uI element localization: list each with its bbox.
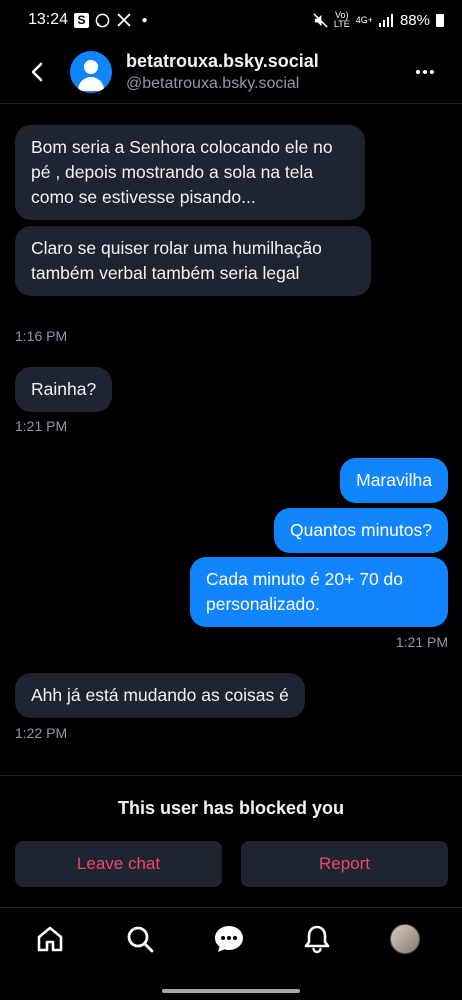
more-options-button[interactable] (410, 57, 440, 87)
chat-icon (215, 926, 243, 952)
mute-icon (313, 12, 328, 28)
user-handle: @betatrouxa.bsky.social (126, 74, 300, 92)
default-avatar-icon (84, 59, 98, 74)
battery-percent: 88% (399, 11, 430, 29)
leave-chat-button[interactable]: Leave chat (15, 841, 222, 887)
bell-icon (304, 925, 330, 954)
samsung-icon: S (74, 12, 90, 28)
message-timestamp: 1:22 PM (15, 725, 68, 741)
home-indicator[interactable] (162, 989, 300, 993)
volte-indicator: Vo) LTE (333, 10, 350, 29)
message-bubble-incoming[interactable]: Rainha? (15, 367, 113, 412)
x-icon (116, 13, 131, 28)
status-time: 13:24 (28, 11, 69, 28)
nav-home-button[interactable] (33, 922, 67, 956)
message-timestamp: 1:21 PM (15, 418, 68, 434)
message-bubble-incoming[interactable]: Claro se quiser rolar uma humilhação tam… (15, 226, 371, 296)
bottom-nav (0, 908, 462, 974)
message-bubble-outgoing[interactable]: Quantos minutos? (273, 508, 448, 553)
network-4g-indicator: 4G+ (355, 14, 373, 25)
message-bubble-incoming[interactable]: Ahh já está mudando as coisas é (15, 673, 305, 718)
message-bubble-outgoing[interactable]: Cada minuto é 20+ 70 do personalizado. (190, 557, 448, 627)
notification-dot-icon: ● (141, 14, 148, 26)
battery-icon (436, 13, 444, 27)
chevron-left-icon (31, 62, 43, 81)
signal-icon (379, 13, 394, 28)
nav-search-button[interactable] (123, 922, 157, 956)
whatsapp-icon (95, 13, 110, 28)
search-icon (127, 926, 154, 953)
back-button[interactable] (20, 55, 54, 89)
profile-avatar (390, 924, 420, 954)
blocked-notice: This user has blocked you (117, 798, 345, 818)
nav-notifications-button[interactable] (300, 922, 334, 956)
avatar[interactable] (70, 50, 112, 93)
message-bubble-incoming[interactable]: Bom seria a Senhora colocando ele no pé … (15, 125, 365, 220)
more-dots-icon (416, 69, 420, 74)
message-timestamp: 1:21 PM (395, 634, 448, 650)
message-timestamp: 1:16 PM (15, 328, 68, 344)
display-name: betatrouxa.bsky.social (126, 50, 319, 71)
header-user-info[interactable]: betatrouxa.bsky.social @betatrouxa.bsky.… (126, 51, 319, 93)
nav-profile-button[interactable] (388, 922, 422, 956)
home-icon (37, 926, 63, 952)
status-bar: 13:24 S ● Vo) LTE 4G+ 88% (0, 0, 462, 40)
message-bubble-outgoing[interactable]: Maravilha (340, 458, 448, 503)
chat-header: betatrouxa.bsky.social @betatrouxa.bsky.… (0, 40, 462, 104)
report-button[interactable]: Report (241, 841, 448, 887)
divider (0, 775, 462, 776)
nav-chat-button[interactable] (212, 922, 246, 956)
